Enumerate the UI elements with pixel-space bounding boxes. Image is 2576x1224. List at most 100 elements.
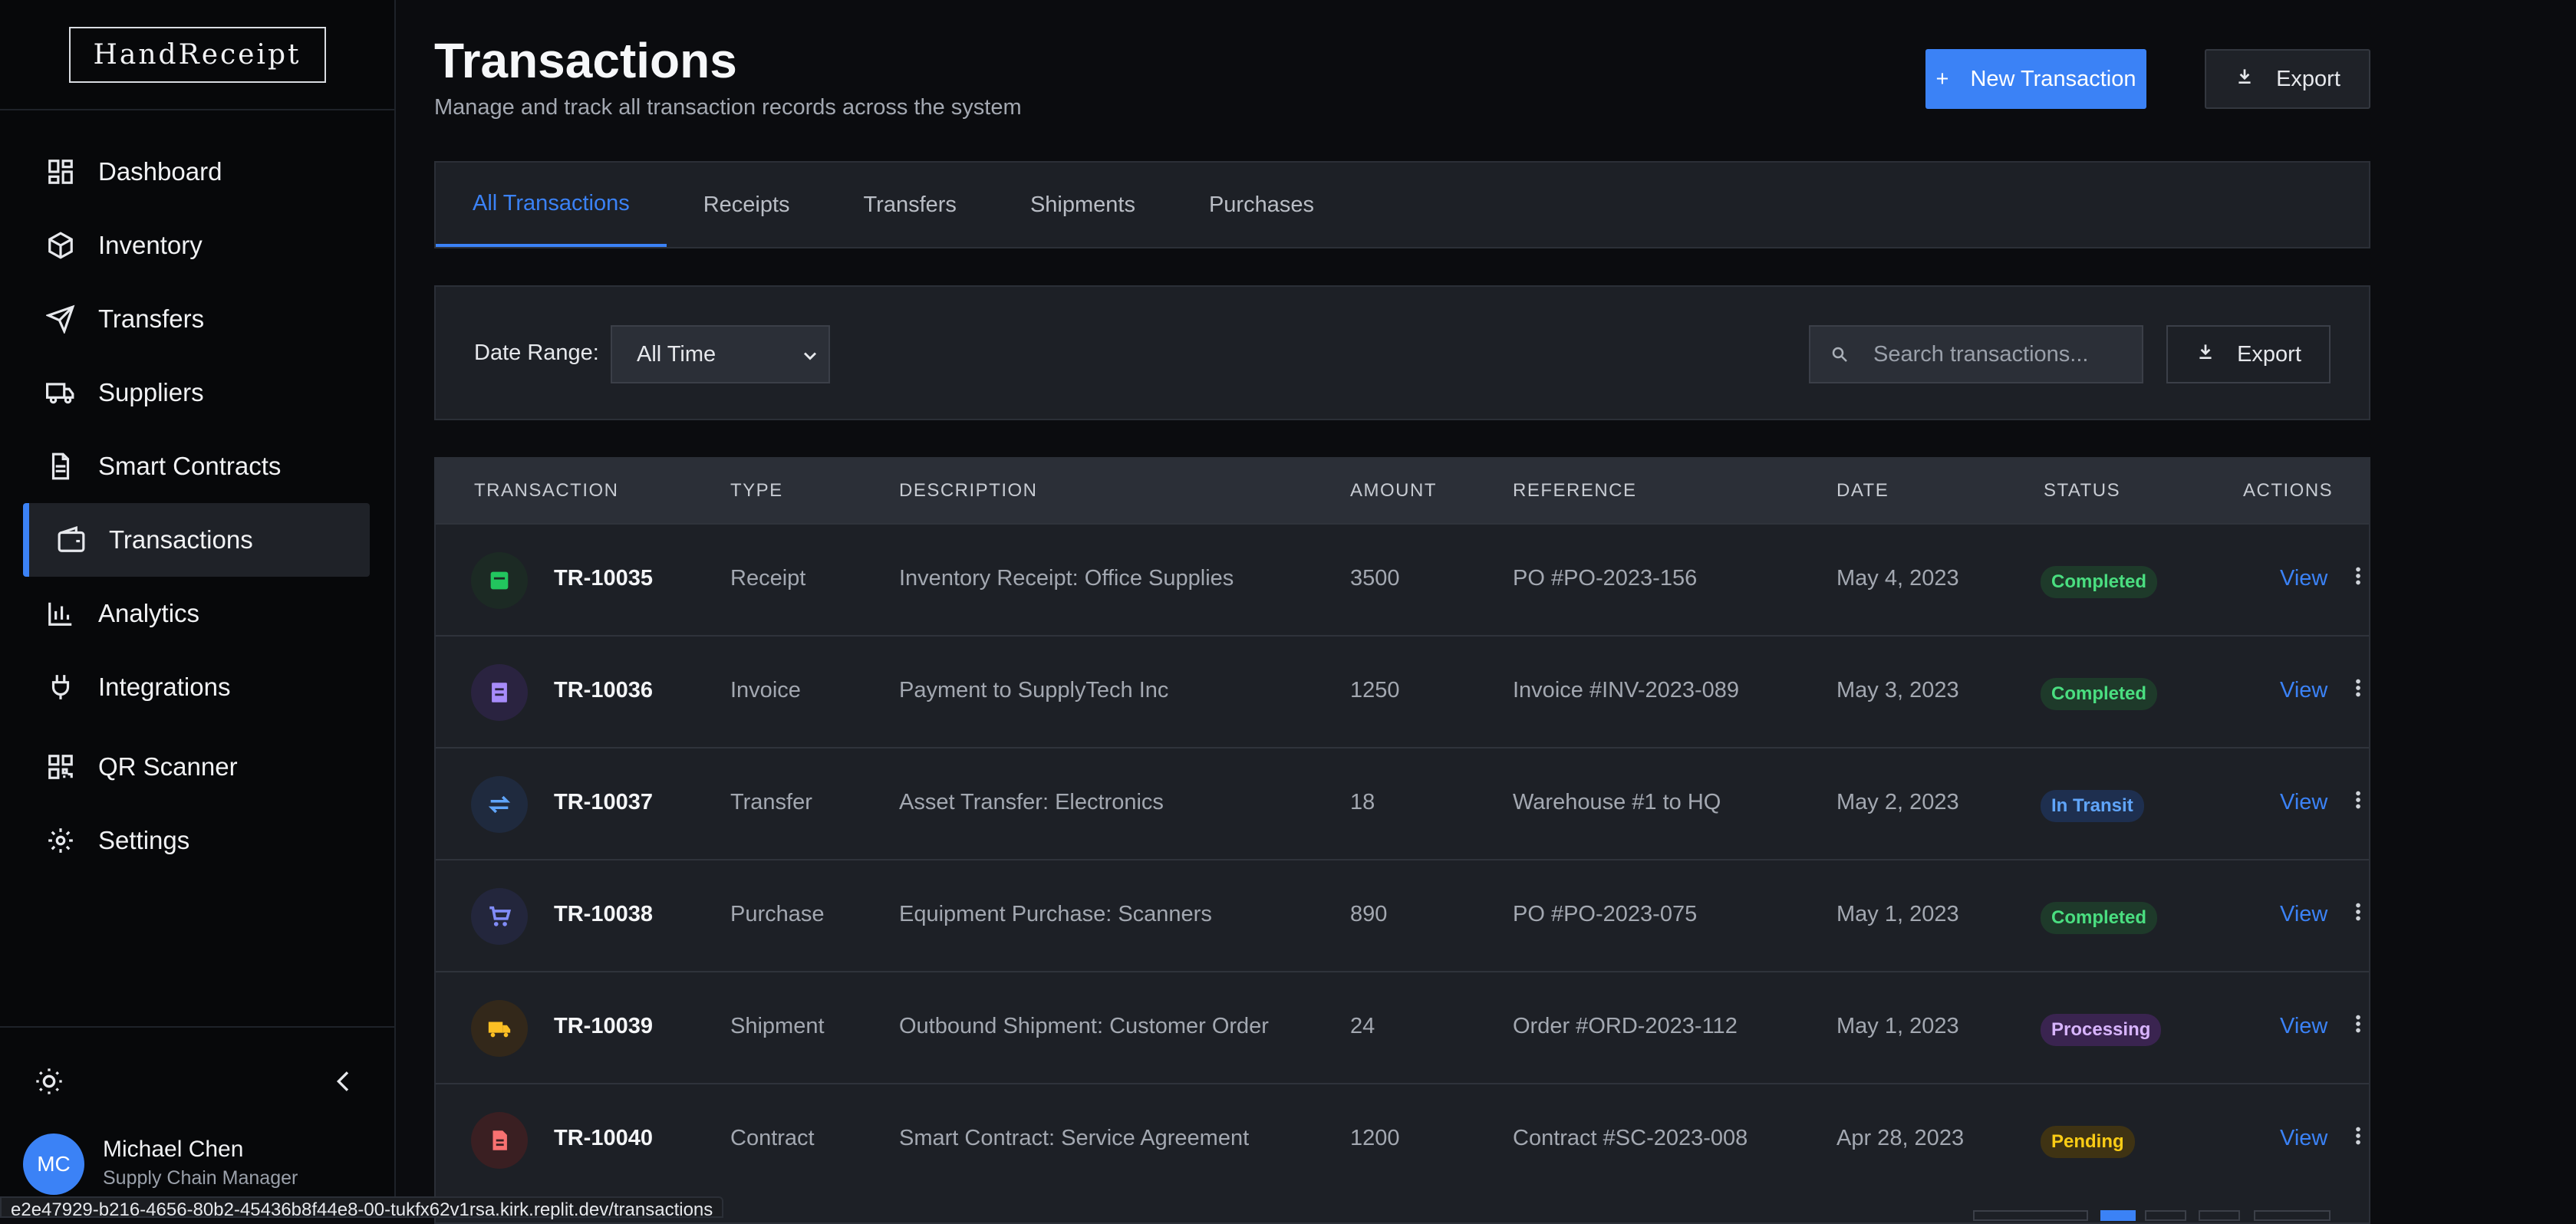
sidebar-item-suppliers[interactable]: Suppliers [23,356,370,429]
tab-all-transactions[interactable]: All Transactions [436,163,667,247]
app-logo[interactable]: HandReceipt [68,26,326,83]
table-row[interactable]: TR-10039 Shipment Outbound Shipment: Cus… [436,971,2369,1083]
page-subtitle: Manage and track all transaction records… [434,95,1022,120]
transaction-reference: PO #PO-2023-075 [1513,902,1698,926]
view-link[interactable]: View [2280,790,2327,815]
theme-toggle-icon[interactable] [34,1066,64,1097]
chevron-left-icon[interactable] [328,1066,359,1097]
column-header[interactable]: REFERENCE [1513,480,1637,502]
status-badge: In Transit [2041,790,2144,822]
tab-purchases[interactable]: Purchases [1172,163,1351,247]
plug-icon [46,673,75,702]
transaction-tabs: All Transactions Receipts Transfers Ship… [434,161,2370,248]
sidebar: HandReceipt Dashboard Inventory Transfer… [0,0,396,1218]
page-title: Transactions [434,33,737,88]
date-range-select[interactable]: All Time [611,325,830,383]
column-header[interactable]: DESCRIPTION [899,480,1038,502]
transaction-type: Purchase [730,902,825,926]
sidebar-item-label: Analytics [98,599,200,627]
sidebar-item-transactions[interactable]: Transactions [23,503,370,577]
table-row[interactable]: TR-10038 Purchase Equipment Purchase: Sc… [436,859,2369,971]
date-range-value: All Time [637,341,716,367]
table-row[interactable]: TR-10037 Transfer Asset Transfer: Electr… [436,747,2369,859]
more-vertical-icon[interactable] [2352,899,2364,925]
sidebar-item-transfers[interactable]: Transfers [23,282,370,356]
chevron-down-icon [799,345,821,367]
transfer-arrows-icon [471,776,528,833]
tab-receipts[interactable]: Receipts [667,163,827,247]
pagination-prev[interactable] [1973,1210,2088,1221]
main-content: Transactions Manage and track all transa… [396,0,2576,1224]
truck-icon [471,1000,528,1057]
sidebar-item-integrations[interactable]: Integrations [23,650,370,724]
view-link[interactable]: View [2280,566,2327,591]
column-header[interactable]: DATE [1836,480,1889,502]
user-name: Michael Chen [103,1137,244,1162]
sidebar-item-label: Settings [98,826,190,854]
status-badge: Processing [2041,1014,2162,1046]
sidebar-footer: MC Michael Chen Supply Chain Manager [0,1026,394,1219]
pagination-page-active[interactable] [2100,1210,2136,1221]
sidebar-item-dashboard[interactable]: Dashboard [23,135,370,209]
transaction-amount: 18 [1350,790,1375,814]
column-header[interactable]: ACTIONS [2243,480,2333,502]
status-badge: Pending [2041,1126,2135,1158]
table-row[interactable]: TR-10040 Contract Smart Contract: Servic… [436,1083,2369,1195]
table-export-button[interactable]: Export [2166,325,2331,383]
view-link[interactable]: View [2280,902,2327,927]
view-link[interactable]: View [2280,678,2327,703]
invoice-icon [471,664,528,721]
table-row[interactable]: TR-10036 Invoice Payment to SupplyTech I… [436,635,2369,747]
sidebar-item-analytics[interactable]: Analytics [23,577,370,650]
tab-transfers[interactable]: Transfers [827,163,993,247]
export-button[interactable]: Export [2205,49,2370,109]
transaction-amount: 3500 [1350,566,1400,591]
status-badge: Completed [2041,902,2158,934]
column-header[interactable]: TYPE [730,480,783,502]
search-box[interactable] [1809,325,2143,383]
column-header[interactable]: AMOUNT [1350,480,1437,502]
transaction-date: May 1, 2023 [1836,902,1959,926]
more-vertical-icon[interactable] [2352,787,2364,813]
column-header[interactable]: TRANSACTION [474,480,619,502]
transaction-amount: 890 [1350,902,1388,926]
transaction-reference: Invoice #INV-2023-089 [1513,678,1740,702]
more-vertical-icon[interactable] [2352,563,2364,589]
view-link[interactable]: View [2280,1014,2327,1039]
send-icon [46,304,75,334]
filter-bar: Date Range: All Time Export [434,285,2370,420]
tab-shipments[interactable]: Shipments [993,163,1172,247]
transaction-description: Asset Transfer: Electronics [899,790,1164,814]
sidebar-item-label: Dashboard [98,157,222,186]
more-vertical-icon[interactable] [2352,1123,2364,1149]
transaction-amount: 1200 [1350,1126,1400,1150]
pagination-page[interactable] [2145,1210,2186,1221]
package-icon [46,231,75,260]
avatar[interactable]: MC [23,1134,84,1195]
sidebar-item-label: Integrations [98,673,231,701]
table-row[interactable]: TR-10035 Receipt Inventory Receipt: Offi… [436,523,2369,635]
transactions-table: TRANSACTION TYPE DESCRIPTION AMOUNT REFE… [434,457,2370,1224]
transaction-type: Contract [730,1126,815,1150]
pagination-page[interactable] [2199,1210,2240,1221]
column-header[interactable]: STATUS [2044,480,2120,502]
sidebar-item-inventory[interactable]: Inventory [23,209,370,282]
sidebar-item-label: Smart Contracts [98,452,282,480]
new-transaction-button[interactable]: + New Transaction [1925,49,2146,109]
sidebar-item-label: Transactions [109,525,253,554]
date-range-label: Date Range: [474,341,599,365]
sidebar-item-label: Suppliers [98,378,204,406]
view-link[interactable]: View [2280,1126,2327,1151]
sidebar-item-label: QR Scanner [98,752,238,781]
transaction-date: May 3, 2023 [1836,678,1959,702]
pagination-next[interactable] [2254,1210,2331,1221]
more-vertical-icon[interactable] [2352,675,2364,701]
export-label: Export [2276,66,2340,91]
sidebar-item-qr-scanner[interactable]: QR Scanner [23,730,370,804]
sidebar-item-smart-contracts[interactable]: Smart Contracts [23,429,370,503]
more-vertical-icon[interactable] [2352,1011,2364,1037]
truck-icon [46,378,75,407]
sidebar-item-settings[interactable]: Settings [23,804,370,877]
transaction-amount: 1250 [1350,678,1400,702]
search-input[interactable] [1872,341,2136,368]
